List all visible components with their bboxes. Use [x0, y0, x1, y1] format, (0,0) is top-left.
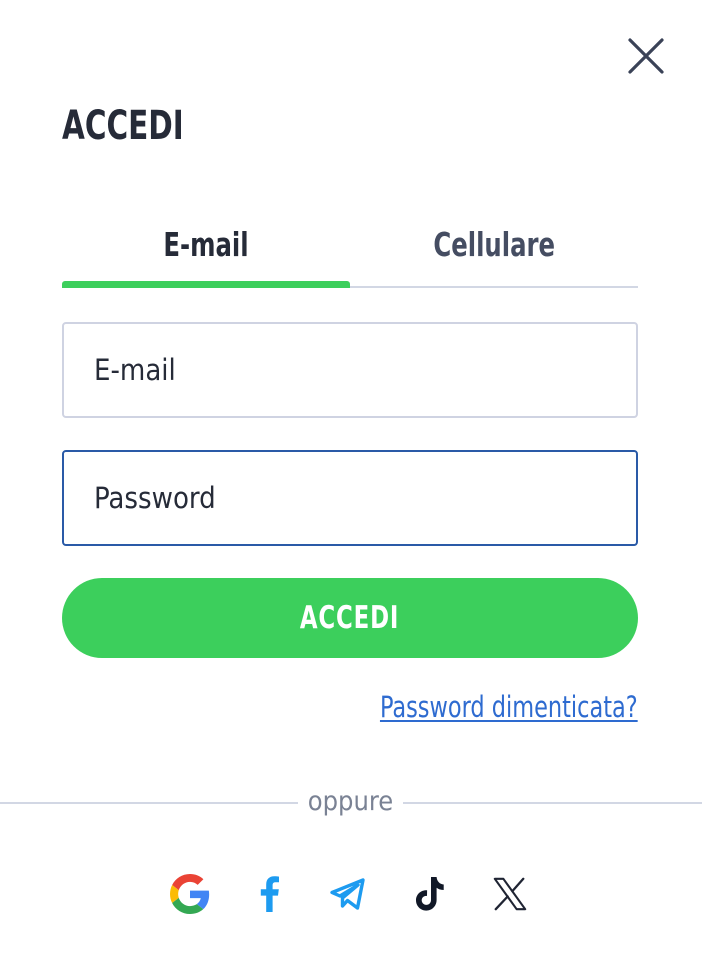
email-field-wrapper [62, 322, 638, 418]
tiktok-login-button[interactable] [408, 872, 452, 916]
tab-phone-label: Cellulare [433, 224, 555, 264]
login-button-label: ACCEDI [300, 600, 400, 636]
password-field-wrapper [62, 450, 638, 546]
password-field[interactable] [64, 452, 636, 544]
tab-email-label: E-mail [163, 224, 249, 264]
divider-line-right [403, 802, 702, 804]
login-modal: ACCEDI E-mail Cellulare ACCEDI Password … [0, 0, 702, 966]
email-field[interactable] [64, 324, 636, 416]
telegram-login-button[interactable] [326, 872, 370, 916]
facebook-login-button[interactable] [248, 872, 292, 916]
tab-phone[interactable]: Cellulare [350, 206, 638, 282]
login-method-tabs: E-mail Cellulare [62, 206, 638, 288]
x-icon [493, 877, 527, 911]
forgot-password-link[interactable]: Password dimenticata? [380, 690, 638, 724]
telegram-icon [330, 878, 365, 910]
facebook-icon [260, 876, 279, 912]
google-login-button[interactable] [168, 872, 212, 916]
x-login-button[interactable] [488, 872, 532, 916]
divider-label: oppure [307, 786, 394, 817]
divider-line-left [0, 802, 298, 804]
login-button[interactable]: ACCEDI [62, 578, 638, 658]
tiktok-icon [416, 877, 444, 911]
close-icon [628, 38, 664, 74]
google-icon [170, 874, 210, 914]
modal-title: ACCEDI [62, 103, 184, 149]
active-tab-indicator [62, 281, 350, 288]
tab-email[interactable]: E-mail [62, 206, 350, 282]
or-divider: oppure [0, 784, 702, 822]
close-button[interactable] [624, 34, 668, 78]
